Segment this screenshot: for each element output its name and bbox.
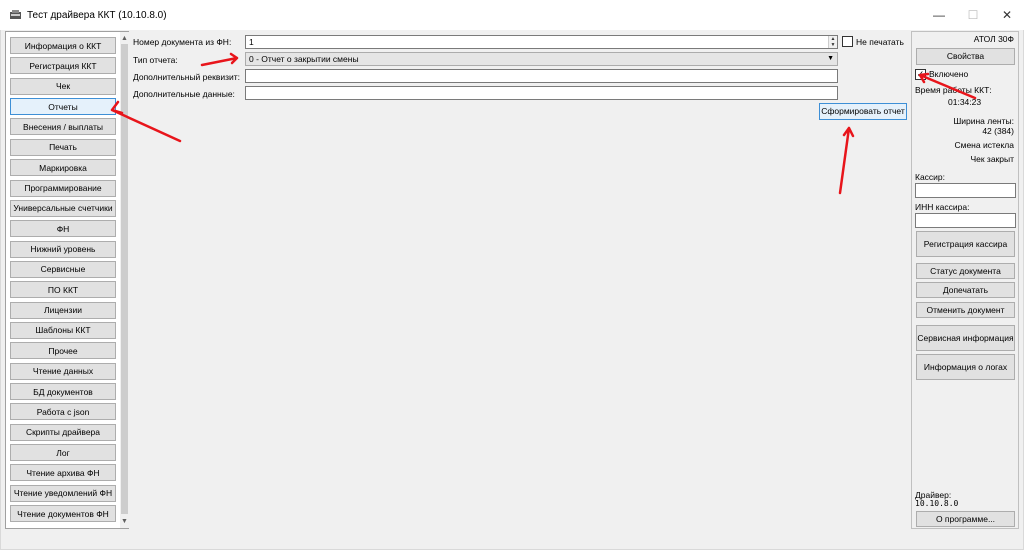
nav-item-12[interactable]: Сервисные — [10, 260, 116, 278]
nav-item-7[interactable]: Маркировка — [10, 159, 116, 177]
extra-requisite-label: Дополнительный реквизит: — [133, 72, 241, 82]
cashier-inn-input[interactable] — [915, 213, 1016, 228]
nav-item-15[interactable]: Шаблоны ККТ — [10, 321, 116, 339]
log-info-button[interactable]: Информация о логах — [916, 354, 1015, 380]
device-name: АТОЛ 30Ф — [973, 34, 1014, 44]
about-button[interactable]: О программе... — [916, 511, 1015, 527]
nav-scrollbar[interactable]: ▲ ▼ — [120, 32, 129, 528]
doc-status-button[interactable]: Статус документа — [916, 263, 1015, 279]
nav-item-21[interactable]: Лог — [10, 444, 116, 461]
close-button[interactable]: ✕ — [990, 0, 1024, 30]
no-print-label: Не печатать — [856, 37, 904, 47]
enabled-label: Включено — [929, 69, 969, 79]
checkmark-icon: ✓ — [916, 69, 925, 79]
nav-item-18[interactable]: БД документов — [10, 383, 116, 400]
uptime-value: 01:34:23 — [948, 97, 982, 107]
nav-item-3[interactable]: Чек — [10, 77, 116, 95]
nav-item-11[interactable]: Нижний уровень — [10, 240, 116, 258]
cancel-document-button[interactable]: Отменить документ — [916, 302, 1015, 318]
nav-item-1[interactable]: Информация о ККТ — [10, 37, 116, 54]
shift-status: Смена истекла — [954, 140, 1014, 150]
extra-data-input[interactable] — [245, 86, 838, 100]
nav-item-4[interactable]: Отчеты — [10, 98, 116, 116]
register-cashier-button[interactable]: Регистрация кассира — [916, 231, 1015, 257]
report-type-select[interactable]: 0 - Отчет о закрытии смены ▼ — [245, 52, 838, 66]
doc-number-label: Номер документа из ФН: — [133, 37, 232, 47]
nav-item-17[interactable]: Чтение данных — [10, 362, 116, 380]
no-print-checkbox[interactable] — [842, 36, 853, 47]
service-info-button[interactable]: Сервисная информация — [916, 325, 1015, 351]
doc-number-input[interactable]: 1 — [245, 35, 838, 49]
driver-version: 10.10.8.0 — [915, 499, 959, 508]
nav-item-9[interactable]: Универсальные счетчики — [10, 199, 116, 217]
tape-width-label: Ширина ленты: — [953, 116, 1014, 126]
nav-item-16[interactable]: Прочее — [10, 342, 116, 360]
nav-item-13[interactable]: ПО ККТ — [10, 281, 116, 299]
extra-requisite-input[interactable] — [245, 69, 838, 83]
tape-width-value: 42 (384) — [982, 126, 1014, 136]
nav-item-2[interactable]: Регистрация ККТ — [10, 57, 116, 75]
app-icon — [10, 10, 21, 19]
nav-item-10[interactable]: ФН — [10, 220, 116, 238]
enabled-checkbox[interactable]: ✓ — [915, 69, 926, 80]
nav-item-6[interactable]: Печать — [10, 138, 116, 156]
nav-item-14[interactable]: Лицензии — [10, 301, 116, 319]
cashier-inn-label: ИНН кассира: — [915, 202, 970, 212]
nav-item-8[interactable]: Программирование — [10, 179, 116, 197]
maximize-button[interactable]: ☐ — [956, 0, 990, 30]
window-title: Тест драйвера ККТ (10.10.8.0) — [27, 10, 167, 21]
extra-data-label: Дополнительные данные: — [133, 89, 235, 99]
spin-arrows-icon[interactable]: ▲ ▼ — [828, 36, 837, 48]
title-bar: Тест драйвера ККТ (10.10.8.0) — ☐ ✕ — [0, 0, 1024, 30]
report-type-value: 0 - Отчет о закрытии смены — [249, 54, 359, 64]
nav-item-23[interactable]: Чтение уведомлений ФН — [10, 484, 116, 502]
reprint-button[interactable]: Допечатать — [916, 282, 1015, 298]
nav-item-20[interactable]: Скрипты драйвера — [10, 423, 116, 441]
scroll-thumb[interactable] — [121, 44, 128, 514]
cashier-input[interactable] — [915, 183, 1016, 198]
generate-report-button[interactable]: Сформировать отчет — [819, 103, 907, 120]
uptime-label: Время работы ККТ: — [915, 85, 992, 95]
properties-button[interactable]: Свойства — [916, 48, 1015, 65]
nav-item-24[interactable]: Чтение документов ФН — [10, 505, 116, 523]
nav-item-22[interactable]: Чтение архива ФН — [10, 464, 116, 482]
report-type-label: Тип отчета: — [133, 55, 178, 65]
scroll-down-icon[interactable]: ▼ — [120, 516, 129, 526]
nav-item-5[interactable]: Внесения / выплаты — [10, 118, 116, 136]
dropdown-arrow-icon[interactable]: ▼ — [827, 53, 834, 65]
receipt-status: Чек закрыт — [970, 154, 1014, 164]
nav-item-19[interactable]: Работа с json — [10, 403, 116, 421]
device-panel: АТОЛ 30Ф Свойства ✓ Включено Время работ… — [911, 31, 1019, 529]
cashier-label: Кассир: — [915, 172, 946, 182]
nav-panel: Информация о ККТ Регистрация ККТ Чек Отчеты… — [5, 31, 129, 529]
scroll-up-icon[interactable]: ▲ — [120, 33, 129, 43]
minimize-button[interactable]: — — [922, 0, 956, 30]
